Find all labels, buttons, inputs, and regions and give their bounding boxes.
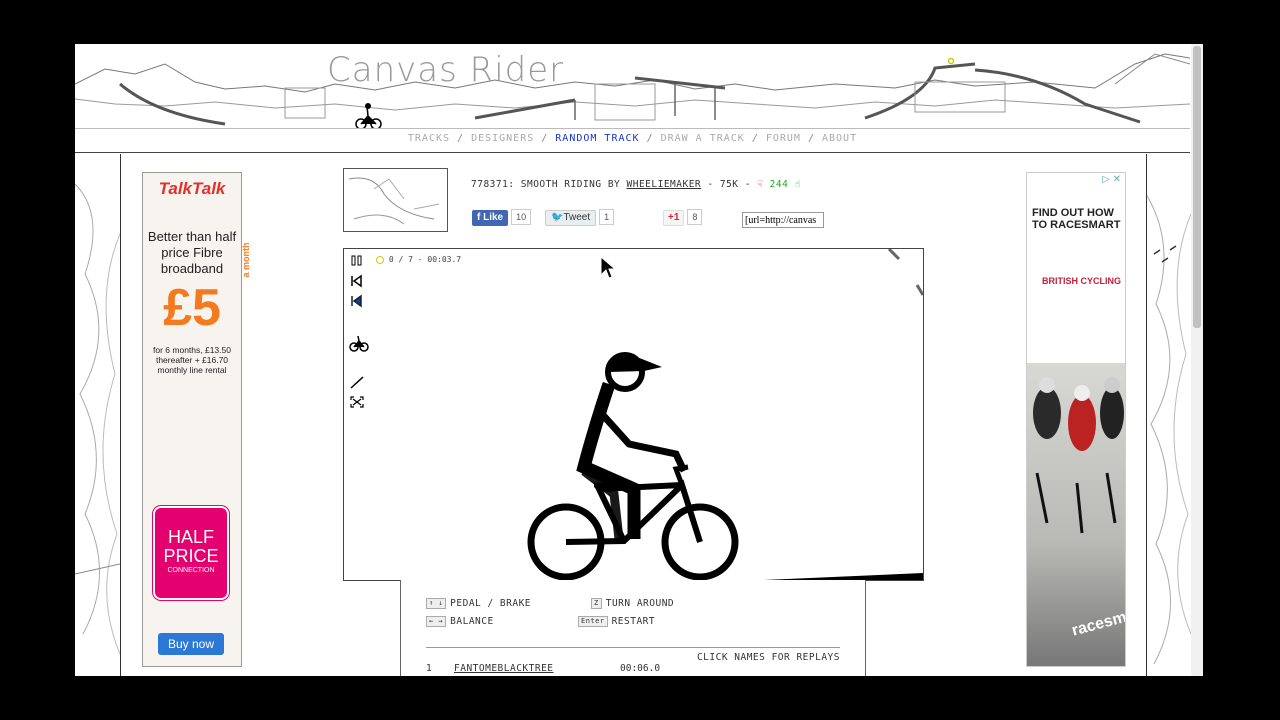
right-scenery-illustration — [1146, 193, 1191, 665]
thumbs-up-icon[interactable]: ☝ — [795, 179, 801, 190]
main-nav: TRACKS / DESIGNERS / RANDOM TRACK / DRAW A TRA… — [75, 128, 1190, 153]
nav-draw-a-track[interactable]: DRAW A TRACK — [661, 133, 745, 144]
nav-about[interactable]: ABOUT — [822, 133, 857, 144]
divider — [426, 647, 840, 648]
leftright-keys: ← → — [426, 616, 447, 627]
twitter-bird-icon: 🐦 — [551, 212, 564, 223]
twitter-tweet: 🐦Tweet 1 — [545, 209, 615, 226]
control-restart: Enter RESTART — [578, 616, 655, 627]
rider-scene — [527, 249, 923, 580]
track-size: - 75K - — [707, 179, 751, 190]
facebook-like-count: 10 — [511, 209, 532, 225]
track-author-link[interactable]: WHEELIEMAKER — [627, 179, 702, 190]
updown-keys: ↑ ↓ — [426, 598, 447, 609]
talktalk-ad[interactable]: TalkTalk Better than half price Fibre br… — [142, 172, 251, 667]
ad-headline: FIND OUT HOW TO RACESMART — [1032, 207, 1121, 231]
facebook-like-button[interactable]: f Like — [472, 210, 509, 226]
badge-line-2: PRICE — [163, 546, 219, 566]
game-canvas[interactable]: 0 / 7 - 00:03.7 — [343, 248, 924, 581]
ad-price-value: £5 — [163, 279, 221, 337]
z-key: Z — [591, 598, 602, 609]
google-plus-button[interactable]: +1 — [663, 210, 685, 226]
facebook-like: f Like 10 — [472, 209, 532, 226]
nav-separator: / — [807, 133, 815, 144]
leaderboard: CLICK NAMES FOR REPLAYS 1 FANTOMEBLACKTR… — [426, 650, 840, 676]
track-title: 778371: SMOOTH RIDING BY WHEELIEMAKER - … — [471, 179, 801, 190]
ad-close-icon[interactable]: ▷ ✕ — [1102, 174, 1121, 185]
embed-code-field[interactable] — [742, 212, 824, 228]
vote-count: 244 — [769, 179, 789, 190]
nav-separator: / — [751, 133, 759, 144]
nav-designers[interactable]: DESIGNERS — [471, 133, 534, 144]
controls-panel: ↑ ↓ PEDAL / BRAKE ← → BALANCE Z TURN AROUND… — [400, 580, 866, 676]
talktalk-logo: TalkTalk — [158, 179, 226, 198]
pedal-brake-label: PEDAL / BRAKE — [450, 598, 532, 609]
half-price-badge: HALF PRICE CONNECTION — [155, 508, 227, 598]
turn-around-label: TURN AROUND — [605, 598, 675, 609]
google-plus-one: +1 8 — [663, 209, 703, 226]
control-balance: ← → BALANCE — [426, 616, 494, 627]
nav-separator: / — [646, 133, 654, 144]
leaderboard-rank: 1 — [426, 663, 432, 674]
buy-now-button[interactable]: Buy now — [158, 633, 224, 655]
leaderboard-time: 00:06.0 — [620, 663, 661, 674]
gplus-label: +1 — [668, 212, 680, 223]
nav-separator: / — [541, 133, 549, 144]
site-logo[interactable]: Canvas Rider — [327, 50, 564, 90]
track-thumbnail[interactable] — [343, 168, 448, 232]
tweet-count: 1 — [599, 209, 615, 225]
leaderboard-row: 1 FANTOMEBLACKTREE 00:06.0 — [426, 663, 840, 676]
replays-hint: CLICK NAMES FOR REPLAYS — [696, 652, 840, 663]
scrollbar-thumb[interactable] — [1193, 46, 1201, 328]
badge-line-3: CONNECTION — [167, 567, 215, 574]
nav-separator: / — [457, 133, 465, 144]
enter-key: Enter — [578, 616, 608, 627]
ad-price-suffix: a month — [241, 242, 251, 278]
restart-label: RESTART — [611, 616, 656, 627]
tweet-button[interactable]: 🐦Tweet — [545, 210, 597, 226]
nav-tracks[interactable]: TRACKS — [408, 133, 450, 144]
page-scrollbar[interactable] — [1191, 44, 1203, 676]
facebook-like-label: Like — [483, 212, 504, 223]
badge-line-1: HALF — [167, 527, 214, 547]
google-plus-count: 8 — [687, 209, 703, 225]
tweet-label: Tweet — [563, 212, 591, 223]
banner-landscape-illustration — [75, 53, 1190, 128]
thumbs-down-icon[interactable]: ☟ — [757, 179, 763, 190]
site-banner: Canvas Rider — [75, 44, 1190, 129]
control-turn-around: Z TURN AROUND — [591, 598, 674, 609]
mouse-cursor-icon — [600, 256, 616, 279]
control-pedal-brake: ↑ ↓ PEDAL / BRAKE — [426, 598, 531, 609]
leaderboard-player-link[interactable]: FANTOMEBLACKTREE — [454, 663, 554, 674]
ad-price: £5 a month — [143, 243, 251, 337]
nav-forum[interactable]: FORUM — [766, 133, 801, 144]
racesmart-ad[interactable]: ▷ ✕ FIND OUT HOW TO RACESMART BRITISH CY… — [1026, 172, 1126, 667]
ad-fine-print: for 6 months, £13.50 thereafter + £16.70… — [153, 345, 231, 375]
track-id-title: 778371: SMOOTH RIDING BY — [471, 179, 621, 190]
browser-viewport: Canvas Rider TRACKS / DESIGNERS / RANDOM TRA… — [75, 44, 1203, 676]
balance-label: BALANCE — [450, 616, 494, 627]
nav-random-track[interactable]: RANDOM TRACK — [555, 133, 639, 144]
left-scenery-illustration — [75, 183, 120, 655]
british-cycling-logo: BRITISH CYCLING — [1042, 276, 1122, 286]
